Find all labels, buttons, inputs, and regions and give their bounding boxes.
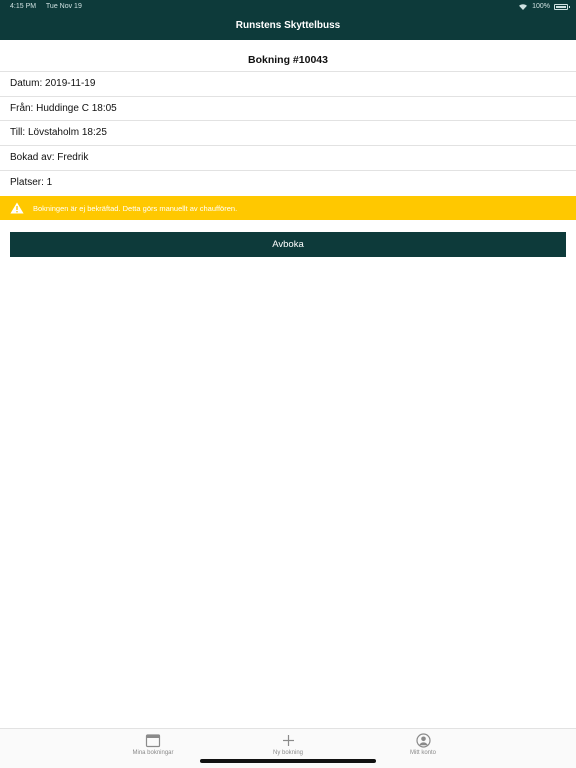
app-title: Runstens Skyttelbuss xyxy=(235,20,341,31)
calendar-icon xyxy=(145,734,161,748)
booking-details: Datum: 2019-11-19 Från: Huddinge C 18:05… xyxy=(0,72,576,195)
detail-booked-by: Bokad av: Fredrik xyxy=(0,146,576,171)
battery-icon xyxy=(554,3,570,10)
tab-new-booking[interactable]: Ny bokning xyxy=(228,733,348,756)
warning-triangle-icon xyxy=(10,202,24,214)
status-bar-left: 4:15 PM Tue Nov 19 xyxy=(10,3,90,10)
detail-from: Från: Huddinge C 18:05 xyxy=(0,97,576,122)
cancel-booking-button[interactable]: Avboka xyxy=(10,232,566,257)
detail-date: Datum: 2019-11-19 xyxy=(0,72,576,97)
top-bar: 4:15 PM Tue Nov 19 100% Runstens Skyttel… xyxy=(0,0,576,40)
status-date: Tue Nov 19 xyxy=(45,3,82,10)
home-indicator xyxy=(200,759,376,763)
tab-my-account-label: Mitt konto xyxy=(409,750,436,756)
detail-seats: Platser: 1 xyxy=(10,176,53,188)
detail-to: Till: Lövstaholm 18:25 xyxy=(0,121,576,147)
status-time: 4:15 PM xyxy=(10,3,37,10)
booking-title: Bokning #10043 xyxy=(0,48,576,72)
wifi-icon xyxy=(519,4,528,10)
tab-my-bookings[interactable]: Mina bokningar xyxy=(93,733,213,756)
account-icon xyxy=(415,733,431,748)
unconfirmed-warning-banner: Bokningen är ej bekräftad. Detta görs ma… xyxy=(0,196,576,220)
plus-icon xyxy=(282,735,294,746)
tab-my-account[interactable]: Mitt konto xyxy=(363,733,483,756)
battery-percent: 100% xyxy=(532,3,550,10)
status-bar-right: 100% xyxy=(518,3,570,10)
tab-my-bookings-label: Mina bokningar xyxy=(132,750,174,756)
tab-new-booking-label: Ny bokning xyxy=(272,750,304,756)
warning-text: Bokningen är ej bekräftad. Detta görs ma… xyxy=(33,203,238,213)
